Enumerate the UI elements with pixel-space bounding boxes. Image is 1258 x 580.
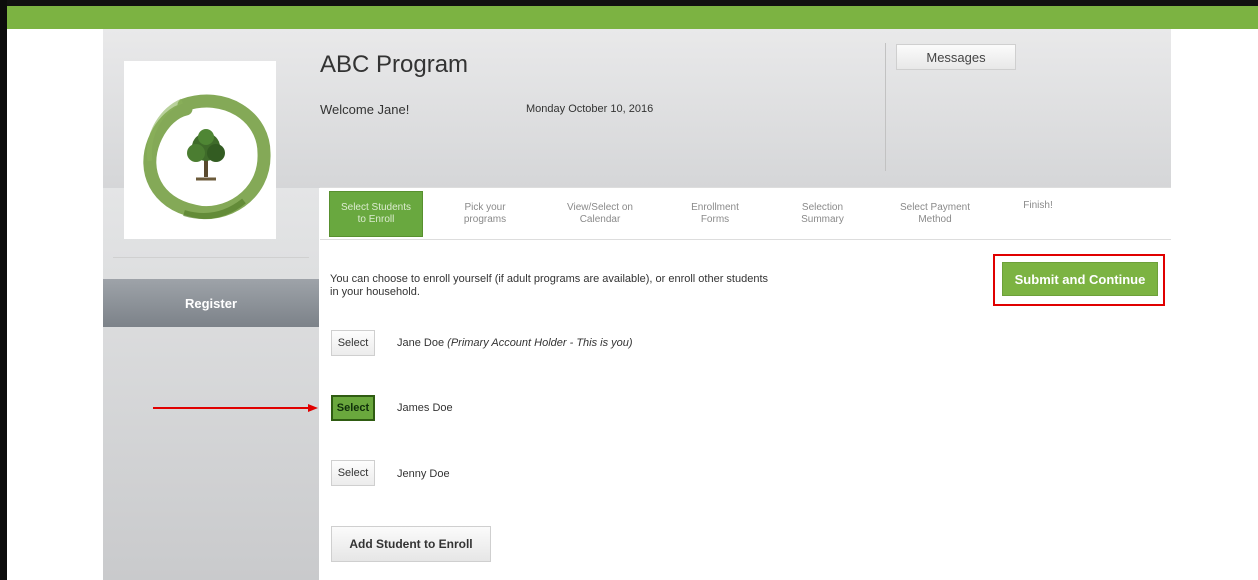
step-label-line2: Summary <box>801 213 844 225</box>
student-name: Jane Doe (Primary Account Holder - This … <box>397 337 633 349</box>
welcome-text: Welcome Jane! <box>320 102 410 117</box>
student-note: (Primary Account Holder - This is you) <box>447 337 633 349</box>
student-name: Jenny Doe <box>397 468 450 480</box>
sidebar-divider <box>113 257 309 258</box>
select-student-button[interactable]: Select <box>331 460 375 486</box>
student-name-text: Jane Doe <box>397 337 445 349</box>
step-label-line1: Pick your <box>464 201 506 213</box>
step-view-calendar[interactable]: View/Select on Calendar <box>545 188 655 239</box>
step-selection-summary[interactable]: Selection Summary <box>775 188 870 239</box>
step-label-line1: Select Students <box>340 202 412 213</box>
main-content: You can choose to enroll yourself (if ad… <box>320 240 1171 580</box>
step-label-line1: Select Payment <box>899 201 971 213</box>
student-name: James Doe <box>397 402 453 414</box>
step-label-line1: Selection <box>801 201 844 213</box>
select-student-button-selected[interactable]: Select <box>331 395 375 421</box>
step-label-line2: to Enroll <box>357 214 395 225</box>
sidebar <box>103 188 319 580</box>
step-label-line2: Method <box>918 213 952 225</box>
step-enrollment-forms[interactable]: Enrollment Forms <box>665 188 765 239</box>
student-name-text: James Doe <box>397 402 453 414</box>
enso-tree-logo-icon <box>143 94 271 220</box>
current-date: Monday October 10, 2016 <box>526 103 654 115</box>
register-button[interactable]: Register <box>103 279 319 327</box>
enrollment-steps: Select Students to Enroll Pick your progra… <box>320 187 1171 240</box>
program-logo <box>124 61 276 239</box>
select-student-button[interactable]: Select <box>331 330 375 356</box>
step-pick-programs[interactable]: Pick your programs <box>440 188 530 239</box>
page-container: Register ABC Program Welcome Jane! Monda… <box>103 29 1171 580</box>
student-name-text: Jenny Doe <box>397 468 450 480</box>
submit-continue-button[interactable]: Submit and Continue <box>1002 262 1158 296</box>
step-label-line2: Calendar <box>579 213 621 225</box>
step-select-students[interactable]: Select Students to Enroll <box>329 191 423 237</box>
step-select-payment[interactable]: Select Payment Method <box>880 188 990 239</box>
messages-button[interactable]: Messages <box>896 44 1016 70</box>
add-student-button[interactable]: Add Student to Enroll <box>331 526 491 562</box>
step-finish[interactable]: Finish! <box>1010 188 1066 239</box>
step-label-line2: programs <box>463 213 507 225</box>
step-label-line1: View/Select on <box>567 201 633 213</box>
red-arrow-icon <box>153 404 318 412</box>
intro-text: You can choose to enroll yourself (if ad… <box>330 273 769 298</box>
step-label-line2: Forms <box>700 213 730 225</box>
program-title: ABC Program <box>320 51 469 78</box>
window-edge <box>0 0 7 580</box>
step-label-line1: Enrollment <box>691 201 739 213</box>
header-divider <box>885 43 886 171</box>
top-accent-bar <box>0 0 1258 29</box>
step-label-line1: Finish! <box>1023 200 1053 211</box>
